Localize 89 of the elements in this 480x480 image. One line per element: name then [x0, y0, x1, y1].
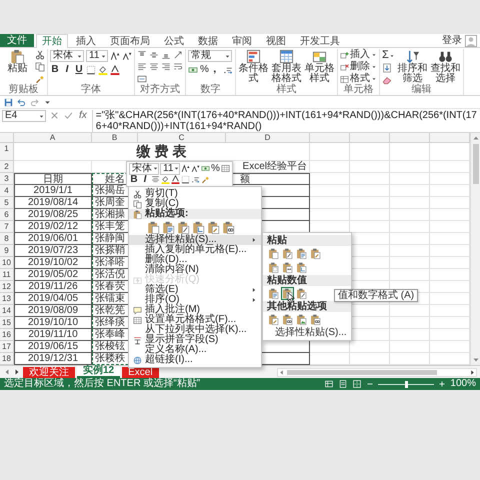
column-header: B	[92, 133, 138, 143]
row-number: 10	[0, 257, 14, 269]
table-cell: 2019/08/14	[14, 197, 92, 209]
percent-button[interactable]: %	[200, 64, 209, 75]
table-cell: 2019/06/01	[14, 233, 92, 245]
column-header: C	[138, 133, 226, 143]
sum-button[interactable]: Σ	[382, 50, 395, 61]
table-cell: 2019/11/26	[14, 281, 92, 293]
table-cell: 日期	[14, 173, 92, 185]
table-cell: 2019/10/10	[14, 317, 92, 329]
table-cell: 2019/08/25	[14, 209, 92, 221]
cells-button[interactable]: 格式	[340, 74, 377, 84]
row-number: 15	[0, 317, 14, 329]
style-button[interactable]: 条件格式	[238, 49, 269, 84]
menu-item[interactable]: 选择性粘贴(S)...	[129, 235, 261, 245]
font-size-field[interactable]: 11	[86, 50, 108, 62]
formula-field[interactable]: ="张"&CHAR(256*(INT(176+40*RAND()))+INT(161+94*RAND()))&CHAR(256*(INT(176+40*RAND()))+INT(161+94*RAND()	[92, 110, 478, 132]
file-tab[interactable]: 文件	[0, 34, 34, 47]
cells-button[interactable]: 插入	[340, 50, 377, 60]
table-cell: 2019/10/02	[14, 257, 92, 269]
status-message: 选定目标区域，然后按 ENTER 或选择“粘贴”	[4, 378, 200, 390]
bold-button[interactable]: B	[50, 64, 60, 75]
ribbon-tab[interactable]: 审阅	[226, 34, 258, 47]
font-field[interactable]: 宋体	[50, 50, 84, 62]
sign-in-link[interactable]: 登录	[442, 34, 465, 47]
ribbon-tab[interactable]: 公式	[158, 34, 190, 47]
ribbon-tab[interactable]: 插入	[70, 34, 102, 47]
menu-section-label: 其他粘贴选项	[263, 301, 351, 312]
row-number: 11	[0, 269, 14, 281]
table-cell: 2019/1/1	[14, 185, 92, 197]
ribbon-tab[interactable]: 开始	[36, 34, 68, 48]
group-label: 编辑	[410, 85, 432, 95]
row-number: 12	[0, 281, 14, 293]
row-number: 16	[0, 329, 14, 341]
row-number: 3	[0, 173, 14, 185]
row-number: 1	[0, 143, 14, 161]
row-number: 7	[0, 221, 14, 233]
group-label: 剪贴板	[8, 85, 40, 95]
row-number: 18	[0, 353, 14, 365]
italic-button[interactable]: I	[62, 64, 72, 75]
group-label: 单元格	[342, 85, 374, 95]
group-label: 数字	[200, 85, 222, 95]
style-button[interactable]: 单元格样式	[304, 49, 335, 84]
number-format-field[interactable]: 常规	[188, 50, 232, 62]
column-header: A	[14, 133, 92, 143]
group-label: 样式	[276, 85, 298, 95]
underline-button[interactable]: U	[74, 64, 84, 75]
menu-section-label: 粘贴选项:	[145, 209, 188, 219]
row-number: 6	[0, 209, 14, 221]
ribbon-tab[interactable]: 视图	[260, 34, 292, 47]
sheet-tab[interactable]: 欢迎关注	[23, 366, 75, 378]
row-number: 14	[0, 305, 14, 317]
insert-function-button[interactable]: fx	[77, 110, 89, 122]
ribbon-tab[interactable]: 页面布局	[104, 34, 156, 47]
bold-button[interactable]: B	[129, 174, 139, 185]
row-number: 13	[0, 293, 14, 305]
percent-button[interactable]: %	[211, 163, 220, 174]
table-cell: 2019/02/12	[14, 221, 92, 233]
editing-button[interactable]: 查找和选择	[430, 49, 461, 84]
group-label: 对齐方式	[139, 85, 181, 95]
cells-button[interactable]: 删除	[340, 62, 377, 72]
font-field[interactable]: 宋体	[129, 162, 159, 174]
sheet-tab[interactable]: 实例12	[77, 366, 120, 378]
ribbon-tab[interactable]: 数据	[192, 34, 224, 47]
row-number: 17	[0, 341, 14, 353]
style-button[interactable]: 套用表格格式	[271, 49, 302, 84]
row-number: 8	[0, 233, 14, 245]
italic-button[interactable]: I	[140, 174, 150, 185]
row-number: 2	[0, 161, 14, 173]
menu-item[interactable]: 选择性粘贴(S)...	[263, 327, 351, 338]
paste-button[interactable]: 粘贴	[2, 49, 33, 74]
table-cell: 2019/11/10	[14, 329, 92, 341]
table-cell: 2019/06/15	[14, 341, 92, 353]
name-box[interactable]: E4	[2, 110, 46, 122]
zoom-level: 100%	[450, 378, 476, 390]
menu-section-label: 粘贴	[263, 235, 351, 246]
menu-section-label: 粘贴数值	[263, 275, 351, 286]
tooltip: 值和数字格式 (A)	[334, 289, 418, 302]
table-cell: 2019/07/23	[14, 245, 92, 257]
group-label: 字体	[80, 85, 102, 95]
ribbon-tab[interactable]: 开发工具	[294, 34, 346, 47]
row-number: 4	[0, 185, 14, 197]
editing-button[interactable]: 排序和筛选	[396, 49, 428, 84]
table-cell: 2019/08/09	[14, 305, 92, 317]
table-cell: 2019/05/02	[14, 269, 92, 281]
column-header: D	[226, 133, 310, 143]
row-number: 5	[0, 197, 14, 209]
table-cell: 2019/04/05	[14, 293, 92, 305]
row-number: 9	[0, 245, 14, 257]
